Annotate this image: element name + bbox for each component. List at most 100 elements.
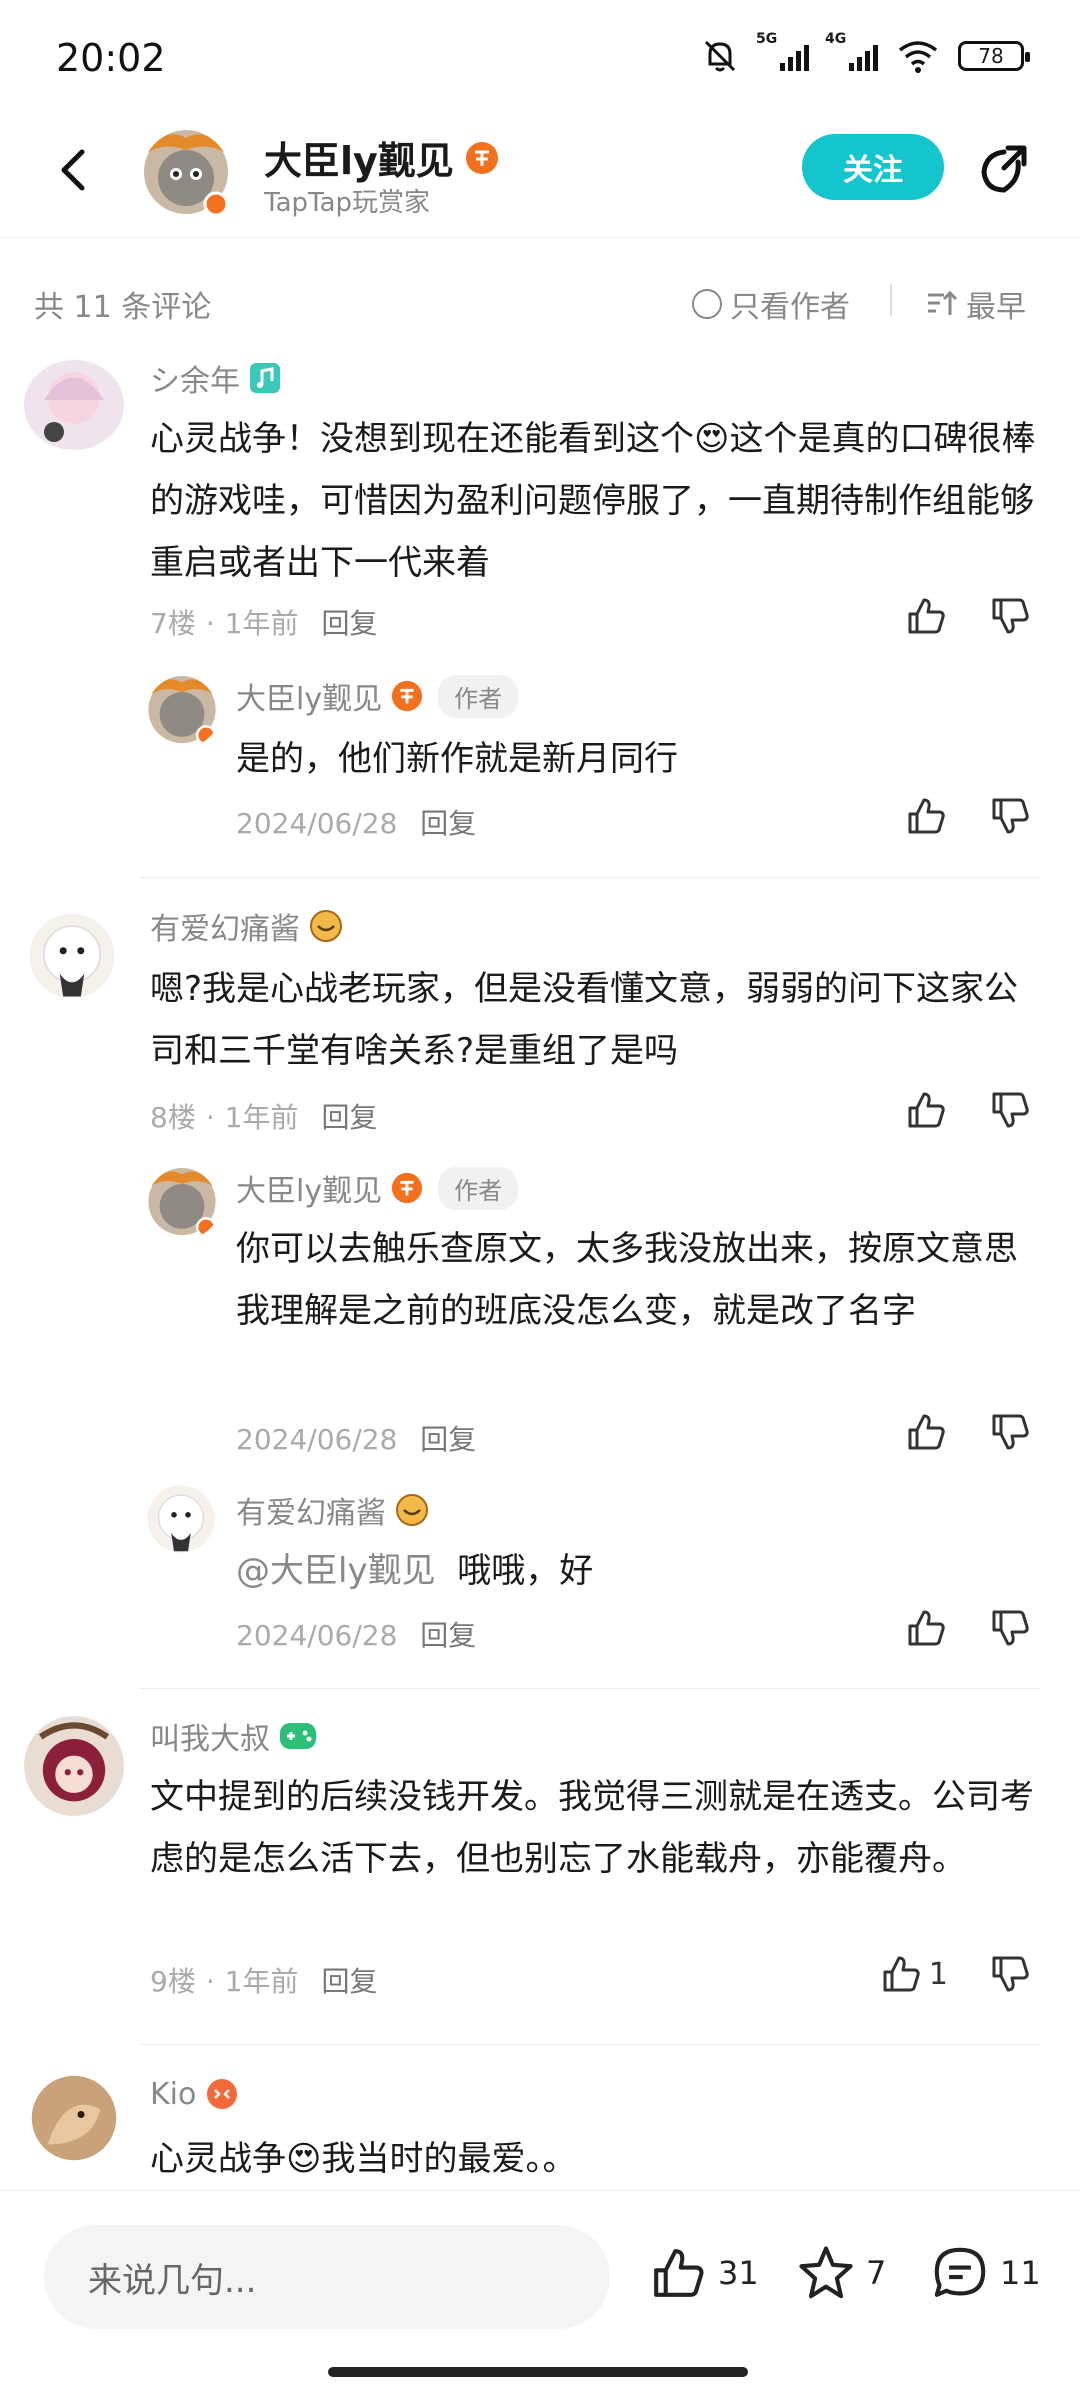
post-like-count: 31 [718,2254,759,2292]
reply-button[interactable]: 回复 [321,1965,377,1998]
reply-button[interactable]: 回复 [321,1101,377,1134]
avatar[interactable] [142,1160,222,1240]
post-like-button[interactable]: 31 [648,2243,759,2303]
reply-date: 2024/06/28 [236,1619,398,1652]
author-name[interactable]: 大臣ly觐见 [264,130,454,185]
comment-sort-bar: 共 11 条评论 只看作者 最早 [0,270,1080,334]
reply-button[interactable]: 回复 [420,807,476,840]
reply-meta: 2024/06/28 回复 [236,1614,476,1654]
comment-item: Kio 心灵战争😍我当时的最爱。。 [0,2074,1080,2190]
avatar[interactable] [142,668,222,748]
comment-actions: 1 [879,1952,1032,1996]
reply-author-name[interactable]: 大臣ly觐见 [236,674,382,718]
like-button[interactable] [904,1410,948,1454]
thumb-up-icon [654,2249,704,2297]
reply-button[interactable]: 回复 [420,1423,476,1456]
comment-author: 叫我大叔 [150,1714,318,1758]
verified-badge-icon [391,680,423,712]
thumb-up-icon [908,598,945,634]
reply-text-body: 哦哦，好 [457,1551,594,1591]
reply-button[interactable]: 回复 [420,1619,476,1652]
battery-icon: 78 [958,41,1030,71]
comment-actions [904,594,1032,638]
like-button[interactable]: 1 [879,1952,948,1996]
like-count: 1 [928,1956,948,1992]
dislike-button[interactable] [988,794,1032,838]
reply-actions [904,1410,1032,1454]
avatar[interactable] [28,912,116,1000]
sort-label: 最早 [966,290,1026,325]
comment-count: 共 11 条评论 [34,290,212,325]
author-avatar[interactable] [136,120,236,220]
like-button[interactable] [904,1088,948,1132]
only-author-label: 只看作者 [730,290,850,325]
dislike-button[interactable] [988,1088,1032,1132]
comment-author-name[interactable]: 叫我大叔 [150,1714,270,1758]
signal-4g-icon: 4G [825,31,878,71]
reply-actions [904,1606,1032,1650]
comment-time: 1年前 [224,1101,299,1134]
post-favorite-button[interactable]: 7 [796,2243,886,2303]
dislike-button[interactable] [988,1952,1032,1996]
comment-divider [140,877,1040,878]
thumb-up-icon [908,1414,945,1450]
comment-input[interactable]: 来说几句... [44,2225,610,2329]
like-button[interactable] [904,794,948,838]
comment-author: Kio [150,2076,240,2112]
back-arrow-icon[interactable] [46,140,106,200]
comment-time: 1年前 [224,1965,299,1998]
reply-meta: 2024/06/28 回复 [236,1418,476,1458]
emoji-badge-icon [310,910,342,942]
status-icons: 5G 4G 78 [700,31,1030,76]
comment-author-name[interactable]: シ余年 [150,356,240,400]
wifi-icon [898,41,938,73]
thumb-down-icon [992,798,1029,834]
comment-author-name[interactable]: 有爱幻痛酱 [150,904,300,948]
comment-author-name[interactable]: Kio [150,2077,196,2112]
post-comment-button[interactable]: 11 [930,2243,1041,2303]
thumb-down-icon [992,598,1029,634]
comment-time: 1年前 [224,607,299,640]
dislike-button[interactable] [988,1606,1032,1650]
author-tag: 作者 [438,1166,519,1210]
follow-button[interactable]: 关注 [802,134,944,200]
avatar[interactable] [146,1484,216,1554]
avatar[interactable] [22,1714,126,1818]
comment-floor: 7楼 [150,607,196,640]
reply-author-name[interactable]: 有爱幻痛酱 [236,1488,386,1532]
sort-order-button[interactable]: 最早 [926,282,1026,326]
avatar[interactable] [30,2074,118,2162]
emoji-badge-icon [396,1494,428,1526]
emoji-badge-icon [207,2079,238,2109]
reply-author: 大臣ly觐见 作者 [236,1166,519,1210]
avatar[interactable] [24,360,124,450]
bottom-action-bar: 来说几句... 31 7 11 [0,2190,1080,2400]
comment-divider [140,2044,1040,2045]
share-icon[interactable] [974,140,1034,200]
reply-text: 你可以去触乐查原文，太多我没放出来，按原文意思我理解是之前的班底没怎么变，就是改… [236,1229,1018,1331]
thumb-up-icon [883,1956,920,1992]
only-author-toggle[interactable]: 只看作者 [692,282,850,326]
comment-meta: 8楼 · 1年前 回复 [150,1101,378,1134]
comment-meta: 9楼 · 1年前 回复 [150,1965,378,1998]
status-time: 20:02 [56,36,166,80]
like-button[interactable] [904,594,948,638]
reply-author-name[interactable]: 大臣ly觐见 [236,1166,382,1210]
dislike-button[interactable] [988,1410,1032,1454]
status-bar: 20:02 5G 4G 78 [0,0,1080,120]
comment-text: 心灵战争！没想到现在还能看到这个😍这个是真的口碑很棒的游戏哇，可惜因为盈利问题停… [150,419,1036,583]
mention-link[interactable]: @大臣ly觐见 [236,1551,436,1591]
comment-item: 有爱幻痛酱 嗯?我是心战老玩家，但是没看懂文意，弱弱的问下这家公司和三千堂有啥关… [0,904,1080,1684]
comment-author: シ余年 [150,356,282,400]
dislike-button[interactable] [988,594,1032,638]
reply-button[interactable]: 回复 [321,607,377,640]
thumb-up-icon [908,1092,945,1128]
comment-item: 叫我大叔 文中提到的后续没钱开发。我觉得三测就是在透支。公司考虑的是怎么活下去，… [0,1714,1080,2014]
home-indicator[interactable] [328,2367,748,2377]
thumb-down-icon [992,1610,1029,1646]
thumb-up-icon [908,798,945,834]
music-badge-icon [250,363,280,393]
comment-text: 心灵战争😍我当时的最爱。。 [150,2139,577,2179]
comment-divider [140,1688,1040,1689]
like-button[interactable] [904,1606,948,1650]
